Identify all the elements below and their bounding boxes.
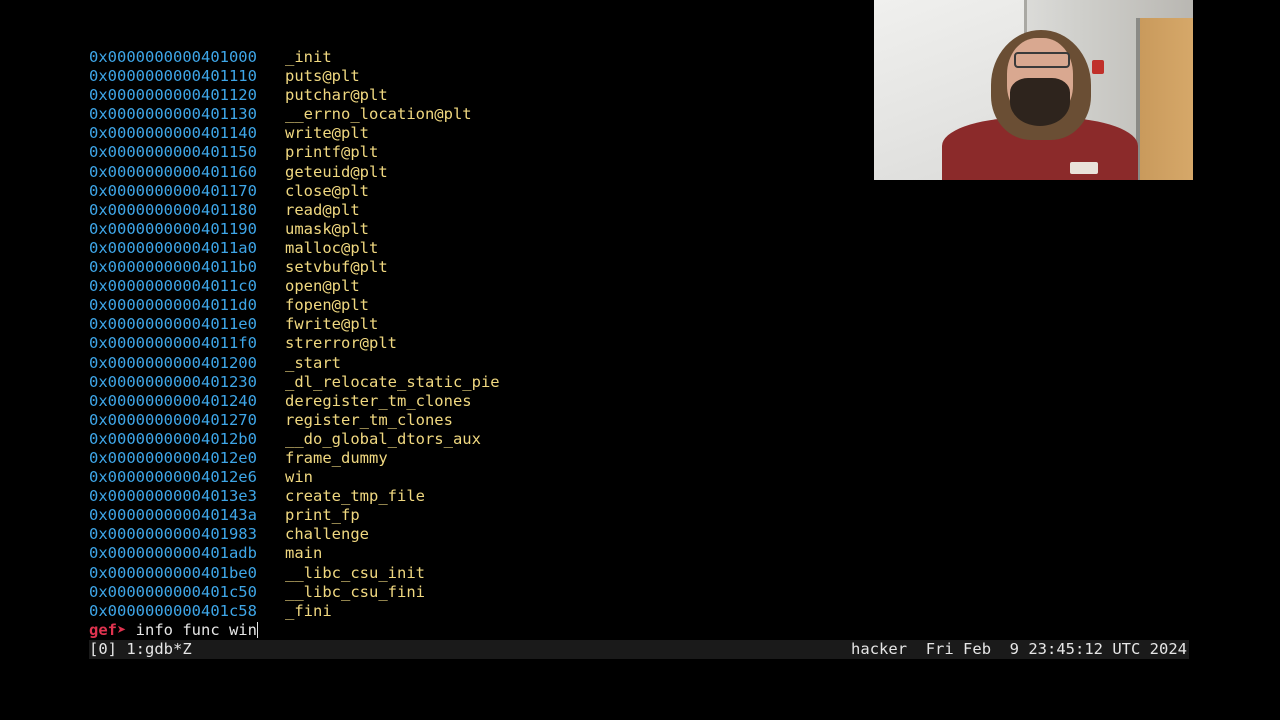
- function-symbol: open@plt: [285, 277, 360, 296]
- function-symbol: printf@plt: [285, 143, 379, 162]
- function-address: 0x00000000004011e0: [89, 315, 257, 334]
- function-row: 0x0000000000401240 deregister_tm_clones: [89, 392, 1189, 411]
- function-symbol: puts@plt: [285, 67, 360, 86]
- command-input[interactable]: info func win: [126, 621, 257, 639]
- function-row: 0x00000000004011a0 malloc@plt: [89, 239, 1189, 258]
- function-row: 0x0000000000401983 challenge: [89, 525, 1189, 544]
- function-row: 0x0000000000401200 _start: [89, 354, 1189, 373]
- function-symbol: putchar@plt: [285, 86, 388, 105]
- door: [1136, 18, 1193, 180]
- tmux-status-right: hacker Fri Feb 9 23:45:12 UTC 2024: [851, 640, 1187, 658]
- function-address: 0x00000000004012e6: [89, 468, 257, 487]
- function-address: 0x00000000004012b0: [89, 429, 257, 448]
- function-symbol: main: [285, 544, 323, 563]
- command-line[interactable]: gef➤ info func win: [89, 621, 1189, 640]
- function-address: 0x00000000004013e3: [89, 487, 257, 506]
- function-symbol: register_tm_clones: [285, 410, 453, 429]
- function-symbol: write@plt: [285, 124, 369, 143]
- function-row: 0x00000000004012b0 __do_global_dtors_aux: [89, 430, 1189, 449]
- function-symbol: fopen@plt: [285, 296, 369, 315]
- function-address: 0x00000000004012e0: [89, 448, 257, 467]
- function-address: 0x0000000000401983: [89, 525, 257, 544]
- function-row: 0x00000000004012e6 win: [89, 468, 1189, 487]
- function-address: 0x0000000000401270: [89, 410, 257, 429]
- text-cursor: [256, 621, 258, 638]
- function-symbol: _dl_relocate_static_pie: [285, 372, 500, 391]
- function-row: 0x0000000000401190 umask@plt: [89, 220, 1189, 239]
- function-symbol: strerror@plt: [285, 334, 397, 353]
- function-symbol: _fini: [285, 601, 332, 620]
- function-address: 0x00000000004011a0: [89, 238, 257, 257]
- webcam-overlay: [874, 0, 1193, 180]
- function-symbol: _start: [285, 353, 341, 372]
- function-row: 0x00000000004011e0 fwrite@plt: [89, 315, 1189, 334]
- function-symbol: _init: [285, 48, 332, 66]
- function-address: 0x0000000000401230: [89, 372, 257, 391]
- function-symbol: umask@plt: [285, 219, 369, 238]
- function-symbol: setvbuf@plt: [285, 258, 388, 277]
- function-row: 0x0000000000401c50 __libc_csu_fini: [89, 583, 1189, 602]
- tmux-window-list[interactable]: [0] 1:gdb*Z: [89, 640, 192, 659]
- function-symbol: read@plt: [285, 200, 360, 219]
- function-address: 0x0000000000401c50: [89, 582, 257, 601]
- function-symbol: print_fp: [285, 506, 360, 525]
- function-address: 0x00000000004011f0: [89, 334, 257, 353]
- tmux-status-bar: [0] 1:gdb*Z hacker Fri Feb 9 23:45:12 UT…: [89, 640, 1189, 659]
- function-symbol: __libc_csu_fini: [285, 582, 425, 601]
- function-address: 0x0000000000401c58: [89, 601, 257, 620]
- glasses: [1014, 52, 1070, 68]
- function-address: 0x0000000000401110: [89, 67, 257, 86]
- function-row: 0x00000000004011c0 open@plt: [89, 277, 1189, 296]
- function-row: 0x0000000000401be0 __libc_csu_init: [89, 564, 1189, 583]
- function-symbol: create_tmp_file: [285, 487, 425, 506]
- function-row: 0x0000000000401c58 _fini: [89, 602, 1189, 621]
- function-symbol: deregister_tm_clones: [285, 391, 472, 410]
- function-row: 0x0000000000401adb main: [89, 544, 1189, 563]
- function-address: 0x0000000000401000: [89, 48, 257, 66]
- shirt-logo: [1070, 162, 1098, 174]
- function-address: 0x00000000004011c0: [89, 277, 257, 296]
- function-address: 0x0000000000401180: [89, 200, 257, 219]
- function-address: 0x00000000004011d0: [89, 296, 257, 315]
- function-address: 0x0000000000401190: [89, 219, 257, 238]
- function-address: 0x0000000000401adb: [89, 544, 257, 563]
- function-symbol: __do_global_dtors_aux: [285, 429, 481, 448]
- function-address: 0x000000000040143a: [89, 506, 257, 525]
- function-symbol: fwrite@plt: [285, 315, 379, 334]
- function-symbol: geteuid@plt: [285, 162, 388, 181]
- function-row: 0x0000000000401230 _dl_relocate_static_pi…: [89, 373, 1189, 392]
- function-address: 0x0000000000401140: [89, 124, 257, 143]
- function-address: 0x0000000000401130: [89, 105, 257, 124]
- function-symbol: win: [285, 468, 313, 487]
- function-address: 0x0000000000401150: [89, 143, 257, 162]
- function-row: 0x0000000000401170 close@plt: [89, 182, 1189, 201]
- function-symbol: __errno_location@plt: [285, 105, 472, 124]
- fire-alarm-icon: [1092, 60, 1104, 74]
- function-row: 0x00000000004012e0 frame_dummy: [89, 449, 1189, 468]
- function-address: 0x0000000000401240: [89, 391, 257, 410]
- function-row: 0x00000000004011d0 fopen@plt: [89, 296, 1189, 315]
- function-address: 0x0000000000401170: [89, 181, 257, 200]
- function-row: 0x000000000040143a print_fp: [89, 506, 1189, 525]
- gef-prompt: gef➤: [89, 620, 127, 639]
- presenter-beard: [1010, 78, 1070, 126]
- function-row: 0x0000000000401180 read@plt: [89, 201, 1189, 220]
- function-address: 0x0000000000401120: [89, 86, 257, 105]
- function-symbol: malloc@plt: [285, 238, 379, 257]
- function-address: 0x0000000000401200: [89, 353, 257, 372]
- function-symbol: close@plt: [285, 181, 369, 200]
- function-address: 0x0000000000401be0: [89, 563, 257, 582]
- function-symbol: challenge: [285, 525, 369, 544]
- function-symbol: __libc_csu_init: [285, 563, 425, 582]
- function-address: 0x0000000000401160: [89, 162, 257, 181]
- function-row: 0x00000000004013e3 create_tmp_file: [89, 487, 1189, 506]
- function-row: 0x00000000004011b0 setvbuf@plt: [89, 258, 1189, 277]
- function-symbol: frame_dummy: [285, 448, 388, 467]
- function-address: 0x00000000004011b0: [89, 258, 257, 277]
- function-row: 0x0000000000401270 register_tm_clones: [89, 411, 1189, 430]
- function-row: 0x00000000004011f0 strerror@plt: [89, 334, 1189, 353]
